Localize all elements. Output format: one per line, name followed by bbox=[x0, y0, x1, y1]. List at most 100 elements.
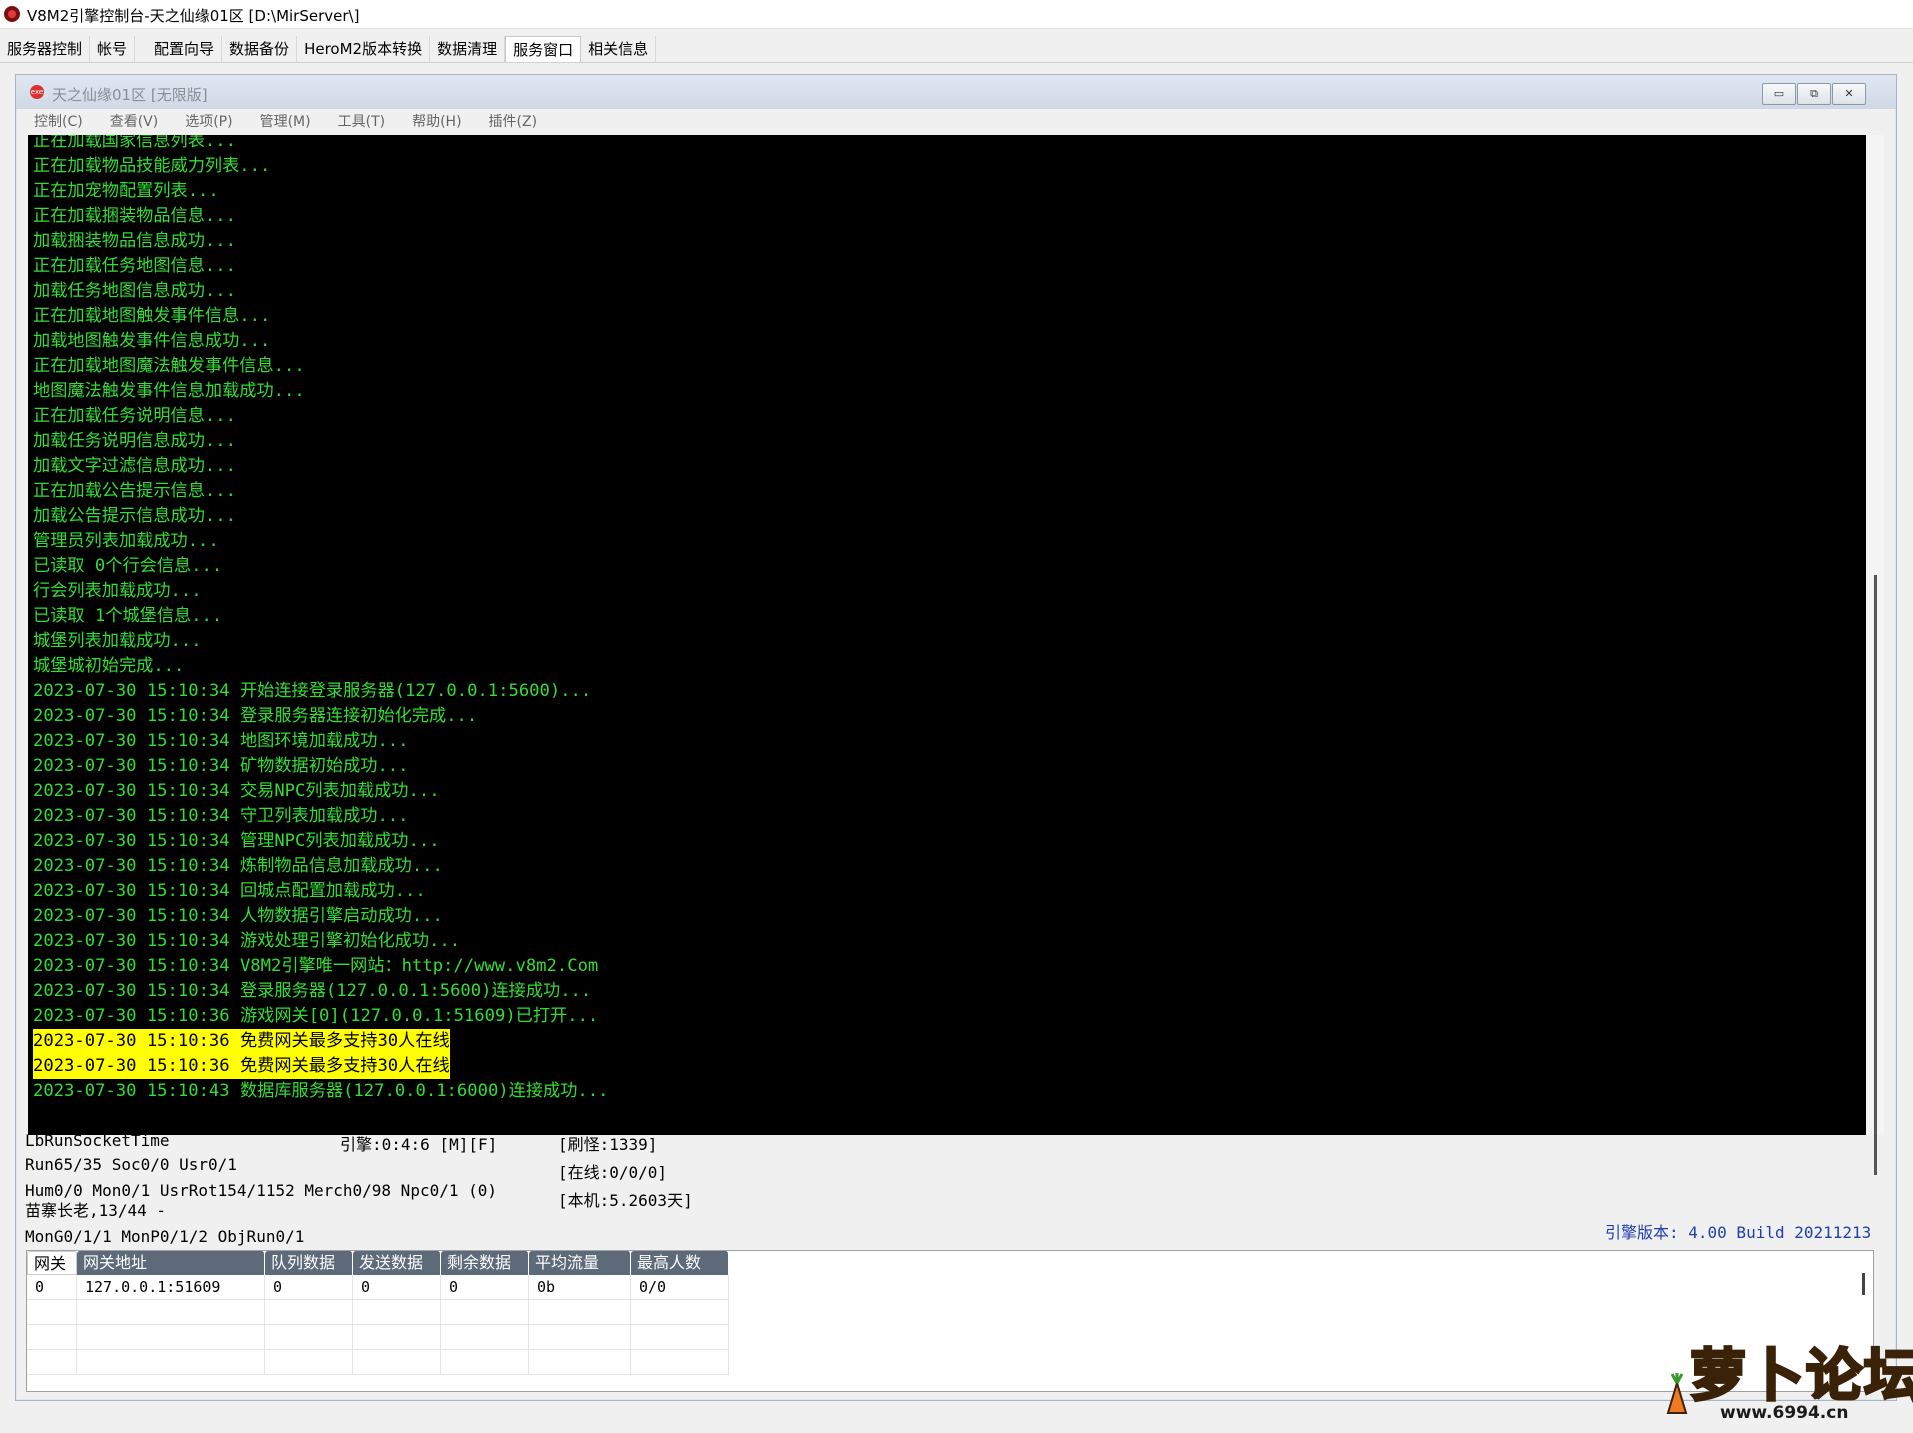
log-line: 加载文字过滤信息成功... bbox=[33, 456, 236, 476]
tab-config-wizard[interactable]: 配置向导 bbox=[147, 36, 223, 62]
log-line: 城堡城初始完成... bbox=[33, 656, 185, 676]
log-line: 2023-07-30 15:10:34 矿物数据初始成功... bbox=[33, 756, 409, 776]
app-title: V8M2引擎控制台-天之仙缘01区 [D:\MirServer\] bbox=[27, 7, 360, 25]
table-cell bbox=[353, 1325, 441, 1350]
log-line: 地图魔法触发事件信息加载成功... bbox=[33, 381, 305, 401]
log-line: 行会列表加载成功... bbox=[33, 581, 202, 601]
table-cell bbox=[631, 1325, 729, 1350]
col-remaining-data[interactable]: 剩余数据 bbox=[441, 1251, 529, 1275]
log-line: 2023-07-30 15:10:34 回城点配置加载成功... bbox=[33, 881, 426, 901]
log-line: 加载地图触发事件信息成功... bbox=[33, 331, 271, 351]
tab-account[interactable]: 帐号 bbox=[90, 36, 136, 62]
table-cell bbox=[441, 1325, 529, 1350]
gateway-table[interactable]: 网关 网关地址 队列数据 发送数据 剩余数据 平均流量 最高人数 0 127.0.… bbox=[26, 1250, 1874, 1392]
app-tabbar: 服务器控制 帐号 配置向导 数据备份 HeroM2版本转换 数据清理 服务窗口 … bbox=[0, 36, 657, 63]
gateway-table-header: 网关 网关地址 队列数据 发送数据 剩余数据 平均流量 最高人数 bbox=[27, 1251, 729, 1275]
status-run-socket-time: LbRunSocketTime bbox=[25, 1131, 170, 1150]
table-cell bbox=[27, 1350, 77, 1375]
server-window-title: 天之仙缘01区 [无限版] bbox=[52, 86, 208, 104]
col-gateway[interactable]: 网关 bbox=[27, 1251, 77, 1275]
app-titlebar: V8M2引擎控制台-天之仙缘01区 [D:\MirServer\] bbox=[0, 0, 1913, 29]
col-avg-traffic[interactable]: 平均流量 bbox=[529, 1251, 631, 1275]
table-row[interactable] bbox=[27, 1350, 729, 1375]
exe-icon: exe bbox=[30, 85, 44, 99]
log-line: 已读取 0个行会信息... bbox=[33, 556, 223, 576]
tab-related-info[interactable]: 相关信息 bbox=[581, 36, 657, 62]
console-log[interactable]: 正在加载国家信息列表... 正在加载物品技能威力列表... 正在加宠物配置列表...… bbox=[28, 135, 1866, 1135]
table-cell bbox=[265, 1325, 353, 1350]
log-line: 2023-07-30 15:10:36 免费网关最多支持30人在线 bbox=[33, 1054, 450, 1079]
log-line: 2023-07-30 15:10:34 守卫列表加载成功... bbox=[33, 806, 409, 826]
tab-herom2-convert[interactable]: HeroM2版本转换 bbox=[297, 36, 431, 62]
menu-plugins[interactable]: 插件(Z) bbox=[471, 111, 547, 133]
status-online-count: [在线:0/0/0] bbox=[558, 1163, 668, 1182]
tabbar-divider bbox=[0, 62, 1913, 63]
server-window-titlebar[interactable]: exe 天之仙缘01区 [无限版] ▭ ⧉ ✕ bbox=[16, 75, 1896, 109]
console-scroll-thumb[interactable] bbox=[1874, 575, 1877, 1175]
log-line: 2023-07-30 15:10:34 炼制物品信息加载成功... bbox=[33, 856, 443, 876]
col-gateway-address[interactable]: 网关地址 bbox=[77, 1251, 265, 1275]
restore-button[interactable]: ⧉ bbox=[1797, 83, 1831, 105]
table-cell bbox=[353, 1300, 441, 1325]
menu-view[interactable]: 查看(V) bbox=[92, 111, 168, 133]
log-line: 2023-07-30 15:10:36 免费网关最多支持30人在线 bbox=[33, 1029, 450, 1054]
menu-options[interactable]: 选项(P) bbox=[167, 111, 241, 133]
table-cell bbox=[27, 1300, 77, 1325]
forum-watermark: 萝卜论坛 www.6994.cn bbox=[1664, 1333, 1913, 1429]
menu-tools[interactable]: 工具(T) bbox=[320, 111, 394, 133]
log-line: 加载任务说明信息成功... bbox=[33, 431, 236, 451]
tab-data-cleanup[interactable]: 数据清理 bbox=[430, 36, 506, 62]
menu-manage[interactable]: 管理(M) bbox=[242, 111, 320, 133]
engine-version: 引擎版本: 4.00 Build 20211213 bbox=[1605, 1223, 1872, 1242]
server-menubar: 控制(C) 查看(V) 选项(P) 管理(M) 工具(T) 帮助(H) 插件(Z… bbox=[16, 111, 546, 133]
col-queue-data[interactable]: 队列数据 bbox=[265, 1251, 353, 1275]
table-cell bbox=[441, 1300, 529, 1325]
log-line: 加载任务地图信息成功... bbox=[33, 281, 236, 301]
table-cell bbox=[27, 1325, 77, 1350]
table-cell: 0b bbox=[529, 1275, 631, 1300]
table-row[interactable] bbox=[27, 1300, 729, 1325]
table-cell: 127.0.0.1:51609 bbox=[77, 1275, 265, 1300]
menu-help[interactable]: 帮助(H) bbox=[394, 111, 470, 133]
watermark-url: www.6994.cn bbox=[1720, 1403, 1849, 1423]
log-line: 正在加载物品技能威力列表... bbox=[33, 156, 271, 176]
carrot-icon bbox=[1666, 1373, 1688, 1414]
table-cell: 0 bbox=[353, 1275, 441, 1300]
log-line: 已读取 1个城堡信息... bbox=[33, 606, 223, 626]
console-lines: 正在加载国家信息列表... 正在加载物品技能威力列表... 正在加宠物配置列表...… bbox=[33, 135, 608, 1104]
status-refresh-monsters: [刷怪:1339] bbox=[558, 1135, 658, 1154]
table-row[interactable] bbox=[27, 1325, 729, 1350]
col-send-data[interactable]: 发送数据 bbox=[353, 1251, 441, 1275]
close-button[interactable]: ✕ bbox=[1832, 83, 1866, 105]
minimize-button[interactable]: ▭ bbox=[1762, 83, 1796, 105]
log-line: 2023-07-30 15:10:34 登录服务器(127.0.0.1:5600… bbox=[33, 981, 592, 1001]
status-uptime: [本机:5.2603天] bbox=[558, 1191, 693, 1210]
log-line: 正在加载地图触发事件信息... bbox=[33, 306, 271, 326]
tab-server-control[interactable]: 服务器控制 bbox=[0, 36, 91, 62]
tab-service-window[interactable]: 服务窗口 bbox=[505, 36, 582, 63]
table-cell bbox=[265, 1300, 353, 1325]
log-line: 2023-07-30 15:10:34 游戏处理引擎初始化成功... bbox=[33, 931, 461, 951]
menu-control[interactable]: 控制(C) bbox=[16, 111, 92, 133]
log-line: 管理员列表加载成功... bbox=[33, 531, 219, 551]
table-cell bbox=[77, 1325, 265, 1350]
table-cell: 0 bbox=[441, 1275, 529, 1300]
tab-data-backup[interactable]: 数据备份 bbox=[222, 36, 298, 62]
table-cell bbox=[77, 1300, 265, 1325]
console-scrollbar[interactable] bbox=[1866, 135, 1884, 1175]
log-line: 2023-07-30 15:10:34 开始连接登录服务器(127.0.0.1:… bbox=[33, 681, 592, 701]
table-cell bbox=[631, 1300, 729, 1325]
status-run-counts: Run65/35 Soc0/0 Usr0/1 bbox=[25, 1155, 237, 1174]
log-line: 2023-07-30 15:10:43 数据库服务器(127.0.0.1:600… bbox=[33, 1081, 609, 1101]
table-cell bbox=[77, 1350, 265, 1375]
log-line: 正在加载任务说明信息... bbox=[33, 406, 236, 426]
table-row[interactable]: 0 127.0.0.1:51609 0 0 0 0b 0/0 bbox=[27, 1275, 729, 1300]
gateway-table-scrollbar[interactable] bbox=[1862, 1273, 1865, 1295]
table-cell bbox=[529, 1300, 631, 1325]
table-cell bbox=[529, 1325, 631, 1350]
log-line: 正在加载国家信息列表... bbox=[33, 135, 236, 151]
log-line: 加载捆装物品信息成功... bbox=[33, 231, 236, 251]
table-cell bbox=[631, 1350, 729, 1375]
col-max-users[interactable]: 最高人数 bbox=[631, 1251, 729, 1275]
table-cell bbox=[441, 1350, 529, 1375]
